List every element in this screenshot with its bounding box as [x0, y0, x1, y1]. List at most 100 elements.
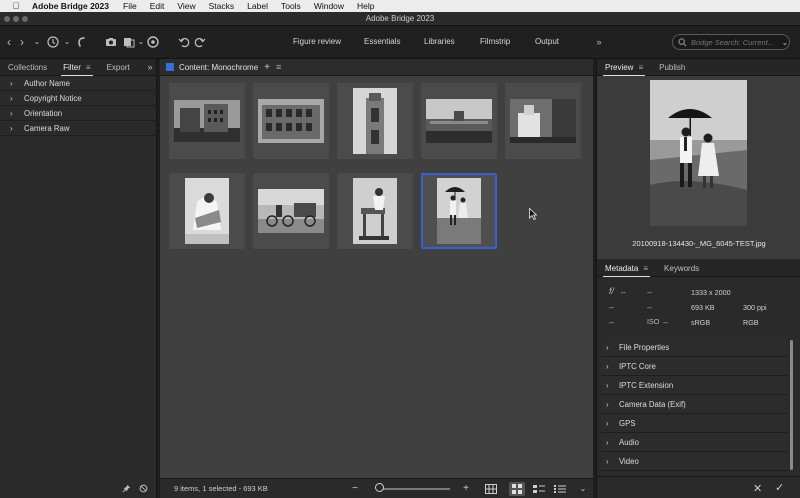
apple-icon[interactable]:  [10, 1, 22, 11]
thumbnail-4[interactable] [421, 83, 497, 159]
chevron-right-icon: › [606, 456, 609, 466]
panel-menu-icon[interactable]: ≡ [643, 260, 648, 277]
zoom-in-icon[interactable]: + [461, 483, 471, 495]
tab-metadata[interactable]: Metadata ≡ [597, 260, 656, 277]
tab-metadata-label: Metadata [605, 263, 639, 273]
boomerang-icon[interactable] [74, 35, 88, 49]
view-thumbnails-button[interactable] [509, 482, 525, 496]
menu-help[interactable]: Help [357, 1, 374, 11]
view-details-button[interactable] [531, 482, 547, 496]
menu-window[interactable]: Window [314, 1, 344, 11]
metadata-scrollbar[interactable] [790, 340, 793, 470]
section-gps[interactable]: › GPS [601, 414, 787, 433]
menu-edit[interactable]: Edit [150, 1, 165, 11]
tab-publish[interactable]: Publish [651, 59, 693, 76]
filter-camera-raw[interactable]: › Camera Raw [0, 121, 156, 136]
chevron-right-icon: › [606, 342, 609, 352]
filter-copyright-notice[interactable]: › Copyright Notice [0, 91, 156, 106]
preview-area: 20100918-134430-_MG_6045-TEST.jpg [597, 76, 800, 259]
workspace-figure-review[interactable]: Figure review [293, 37, 341, 46]
section-iptc-extension[interactable]: › IPTC Extension [601, 376, 787, 395]
tab-filter[interactable]: Filter ≡ [55, 59, 98, 76]
section-camera-data-exif[interactable]: › Camera Data (Exif) [601, 395, 787, 414]
workspace-essentials[interactable]: Essentials [364, 37, 400, 46]
section-file-properties[interactable]: › File Properties [601, 338, 787, 357]
menu-file[interactable]: File [123, 1, 137, 11]
shutter-value: -- [647, 288, 652, 297]
left-panel: Collections Filter ≡ Export › Author Name … [0, 59, 157, 498]
thumbnail-5[interactable] [505, 83, 581, 159]
menu-stacks[interactable]: Stacks [209, 1, 235, 11]
content-header: Content: Monochrome + ≡ [160, 59, 593, 76]
menu-label[interactable]: Label [247, 1, 268, 11]
menu-view[interactable]: View [177, 1, 195, 11]
chevron-down-icon[interactable]: ⌄ [30, 35, 44, 49]
more-workspaces-icon[interactable]: » [592, 35, 606, 49]
thumbnail-size-slider-knob[interactable] [375, 483, 384, 492]
open-in-camera-raw-icon[interactable] [146, 35, 160, 49]
rotate-right-icon[interactable] [193, 35, 207, 49]
close-window-button[interactable] [4, 16, 10, 22]
pin-icon[interactable] [122, 484, 131, 493]
toolbar: ‹ › ⌄ ⌄ ⌄ Figure review Essentials Libra… [0, 26, 800, 59]
minimize-window-button[interactable] [13, 16, 19, 22]
photo-tower [353, 88, 397, 154]
left-panel-footer [0, 478, 156, 498]
thumbnail-size-slider-track[interactable] [380, 488, 450, 490]
apply-check-icon[interactable]: ✓ [775, 481, 784, 494]
preview-image[interactable] [650, 80, 747, 226]
forward-icon[interactable]: › [15, 35, 29, 49]
tab-collections[interactable]: Collections [0, 59, 55, 76]
photo-palace [426, 99, 492, 143]
filter-author-name[interactable]: › Author Name [0, 76, 156, 91]
workspace-filmstrip[interactable]: Filmstrip [480, 37, 510, 46]
left-panel-tabs: Collections Filter ≡ Export [0, 59, 156, 76]
metadata-sections: › File Properties › IPTC Core › IPTC Extens… [601, 338, 787, 471]
view-list-button[interactable] [552, 482, 568, 496]
workspace-libraries[interactable]: Libraries [424, 37, 455, 46]
tab-preview-label: Preview [605, 62, 634, 72]
section-audio[interactable]: › Audio [601, 433, 787, 452]
tab-export[interactable]: Export [99, 59, 138, 76]
panel-menu-icon[interactable]: ≡ [86, 59, 91, 76]
rotate-left-icon[interactable] [177, 35, 191, 49]
menu-tools[interactable]: Tools [281, 1, 301, 11]
thumbnail-1[interactable] [169, 83, 245, 159]
search-dropdown-icon[interactable]: ⌄ [778, 36, 792, 50]
panel-menu-icon[interactable]: ≡ [638, 59, 643, 76]
cancel-icon[interactable]: ✕ [753, 482, 762, 495]
collapse-panel-icon[interactable]: » [143, 60, 157, 74]
content-title[interactable]: Content: Monochrome [179, 63, 258, 72]
tab-keywords[interactable]: Keywords [656, 260, 707, 277]
view-options-chevron-down-icon[interactable]: ⌄ [578, 483, 588, 495]
thumbnail-8[interactable] [337, 173, 413, 249]
thumbnail-3[interactable] [337, 83, 413, 159]
workspace-output[interactable]: Output [535, 37, 559, 46]
color-profile-value: sRGB [691, 318, 711, 327]
status-text: 9 items, 1 selected - 693 KB [174, 484, 268, 493]
menu-app-name[interactable]: Adobe Bridge 2023 [32, 1, 109, 11]
thumbnail-6[interactable] [169, 173, 245, 249]
search-input[interactable] [691, 37, 787, 47]
zoom-window-button[interactable] [22, 16, 28, 22]
thumbnail-9-selected[interactable] [421, 173, 497, 249]
thumbnail-7[interactable] [253, 173, 329, 249]
camera-icon[interactable] [104, 35, 118, 49]
panel-menu-icon[interactable]: ≡ [276, 62, 281, 72]
tab-preview[interactable]: Preview ≡ [597, 59, 651, 76]
back-icon[interactable]: ‹ [2, 35, 16, 49]
section-iptc-core[interactable]: › IPTC Core [601, 357, 787, 376]
thumbnail-2[interactable] [253, 83, 329, 159]
recent-files-icon[interactable] [46, 35, 60, 49]
content-footer: 9 items, 1 selected - 693 KB − + ⌄ [160, 478, 593, 498]
recent-dropdown-icon[interactable]: ⌄ [60, 35, 74, 49]
add-tab-icon[interactable]: + [264, 62, 270, 73]
iso-value: -- [663, 318, 668, 327]
zoom-out-icon[interactable]: − [350, 483, 360, 495]
window-titlebar: Adobe Bridge 2023 [0, 12, 800, 26]
section-video[interactable]: › Video [601, 452, 787, 471]
lock-thumbnail-grid-button[interactable] [483, 482, 499, 496]
clear-filter-icon[interactable] [139, 484, 148, 493]
section-label: Audio [619, 437, 639, 447]
filter-orientation[interactable]: › Orientation [0, 106, 156, 121]
